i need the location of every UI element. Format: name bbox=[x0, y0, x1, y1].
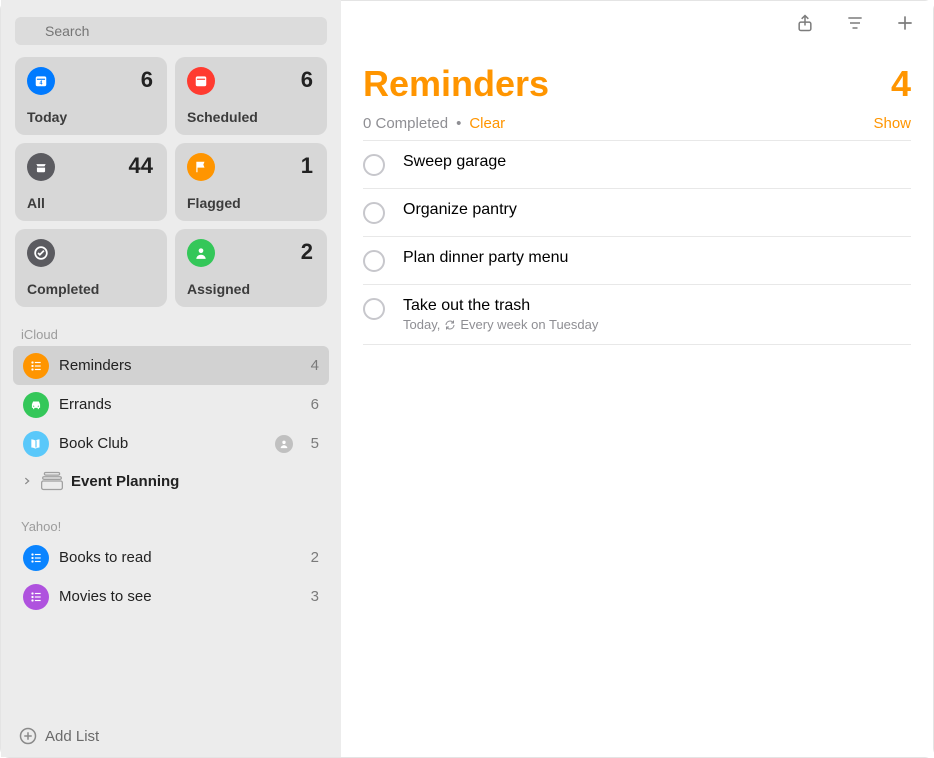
smart-lists-grid: 4 6 Today 6 Scheduled bbox=[11, 57, 331, 307]
assigned-icon bbox=[187, 239, 215, 267]
list-row-books-to-read[interactable]: Books to read 2 bbox=[13, 538, 329, 577]
flagged-count: 1 bbox=[301, 153, 313, 179]
reminder-title: Organize pantry bbox=[403, 201, 911, 219]
reminder-checkbox[interactable] bbox=[363, 250, 385, 272]
sidebar: 4 6 Today 6 Scheduled bbox=[1, 0, 341, 757]
main-content: Reminders 4 0 Completed • Clear Show Swe… bbox=[341, 1, 933, 757]
reminder-due-date: Today, bbox=[403, 317, 440, 332]
plus-circle-icon bbox=[19, 727, 37, 745]
scheduled-icon bbox=[187, 67, 215, 95]
reminder-checkbox[interactable] bbox=[363, 154, 385, 176]
completed-text: 0 Completed bbox=[363, 115, 448, 132]
list-icon bbox=[23, 545, 49, 571]
search-input[interactable] bbox=[15, 17, 327, 45]
add-list-button[interactable]: Add List bbox=[11, 717, 331, 757]
reminder-item[interactable]: Plan dinner party menu bbox=[363, 237, 911, 285]
reminder-item[interactable]: Organize pantry bbox=[363, 189, 911, 237]
smart-list-scheduled[interactable]: 6 Scheduled bbox=[175, 57, 327, 135]
list-row-book-club[interactable]: Book Club 5 bbox=[13, 424, 329, 463]
separator-dot: • bbox=[456, 115, 461, 132]
list-title: Reminders bbox=[363, 63, 549, 105]
smart-list-today[interactable]: 4 6 Today bbox=[15, 57, 167, 135]
today-label: Today bbox=[27, 109, 153, 125]
list-header: Reminders 4 bbox=[363, 63, 911, 105]
plus-icon bbox=[895, 13, 915, 33]
assigned-count: 2 bbox=[301, 239, 313, 265]
list-count: 4 bbox=[303, 357, 319, 374]
list-subheader: 0 Completed • Clear Show bbox=[363, 115, 911, 132]
flagged-label: Flagged bbox=[187, 195, 313, 211]
group-name: Event Planning bbox=[71, 473, 179, 490]
list-icon bbox=[23, 584, 49, 610]
flagged-icon bbox=[187, 153, 215, 181]
reminder-item[interactable]: Sweep garage bbox=[363, 140, 911, 189]
section-header-yahoo: Yahoo! bbox=[11, 499, 331, 538]
show-completed-button[interactable]: Show bbox=[873, 115, 911, 132]
list-name: Book Club bbox=[59, 435, 265, 452]
section-header-icloud: iCloud bbox=[11, 307, 331, 346]
group-stack-icon bbox=[39, 470, 65, 492]
today-count: 6 bbox=[141, 67, 153, 93]
add-reminder-button[interactable] bbox=[893, 11, 917, 35]
smart-list-all[interactable]: 44 All bbox=[15, 143, 167, 221]
shared-indicator-icon bbox=[275, 435, 293, 453]
completed-icon bbox=[27, 239, 55, 267]
list-row-reminders[interactable]: Reminders 4 bbox=[13, 346, 329, 385]
smart-list-assigned[interactable]: 2 Assigned bbox=[175, 229, 327, 307]
share-button[interactable] bbox=[793, 11, 817, 35]
scheduled-count: 6 bbox=[301, 67, 313, 93]
disclosure-chevron-icon[interactable] bbox=[21, 475, 33, 487]
repeat-icon bbox=[444, 319, 456, 331]
reminder-item-list: Sweep garage Organize pantry Plan dinner… bbox=[363, 140, 911, 345]
toolbar bbox=[363, 1, 917, 45]
search-field-wrap bbox=[15, 17, 327, 45]
all-icon bbox=[27, 153, 55, 181]
list-count: 5 bbox=[303, 435, 319, 452]
list-row-movies-to-see[interactable]: Movies to see 3 bbox=[13, 577, 329, 616]
view-options-icon bbox=[845, 13, 865, 33]
list-count: 2 bbox=[303, 549, 319, 566]
reminder-subtitle: Today, Every week on Tuesday bbox=[403, 317, 911, 332]
view-options-button[interactable] bbox=[843, 11, 867, 35]
all-label: All bbox=[27, 195, 153, 211]
completed-label: Completed bbox=[27, 281, 153, 297]
clear-completed-button[interactable]: Clear bbox=[469, 115, 505, 132]
list-icon bbox=[23, 353, 49, 379]
list-count: 3 bbox=[303, 588, 319, 605]
share-icon bbox=[795, 13, 815, 33]
list-count: 4 bbox=[891, 63, 911, 105]
group-row-event-planning[interactable]: Event Planning bbox=[11, 463, 331, 499]
reminder-checkbox[interactable] bbox=[363, 202, 385, 224]
list-name: Errands bbox=[59, 396, 293, 413]
list-name: Books to read bbox=[59, 549, 293, 566]
reminder-title: Plan dinner party menu bbox=[403, 249, 911, 267]
list-count: 6 bbox=[303, 396, 319, 413]
scheduled-label: Scheduled bbox=[187, 109, 313, 125]
reminder-checkbox[interactable] bbox=[363, 298, 385, 320]
assigned-label: Assigned bbox=[187, 281, 313, 297]
svg-text:4: 4 bbox=[40, 81, 43, 87]
reminder-repeat-text: Every week on Tuesday bbox=[460, 317, 598, 332]
all-count: 44 bbox=[129, 153, 153, 179]
reminder-title: Take out the trash bbox=[403, 297, 911, 315]
add-list-label: Add List bbox=[45, 728, 99, 745]
list-row-errands[interactable]: Errands 6 bbox=[13, 385, 329, 424]
reminder-title: Sweep garage bbox=[403, 153, 911, 171]
list-name: Reminders bbox=[59, 357, 293, 374]
smart-list-flagged[interactable]: 1 Flagged bbox=[175, 143, 327, 221]
today-icon: 4 bbox=[27, 67, 55, 95]
smart-list-completed[interactable]: Completed bbox=[15, 229, 167, 307]
list-name: Movies to see bbox=[59, 588, 293, 605]
reminder-item[interactable]: Take out the trash Today, Every week on … bbox=[363, 285, 911, 345]
car-icon bbox=[23, 392, 49, 418]
book-icon bbox=[23, 431, 49, 457]
